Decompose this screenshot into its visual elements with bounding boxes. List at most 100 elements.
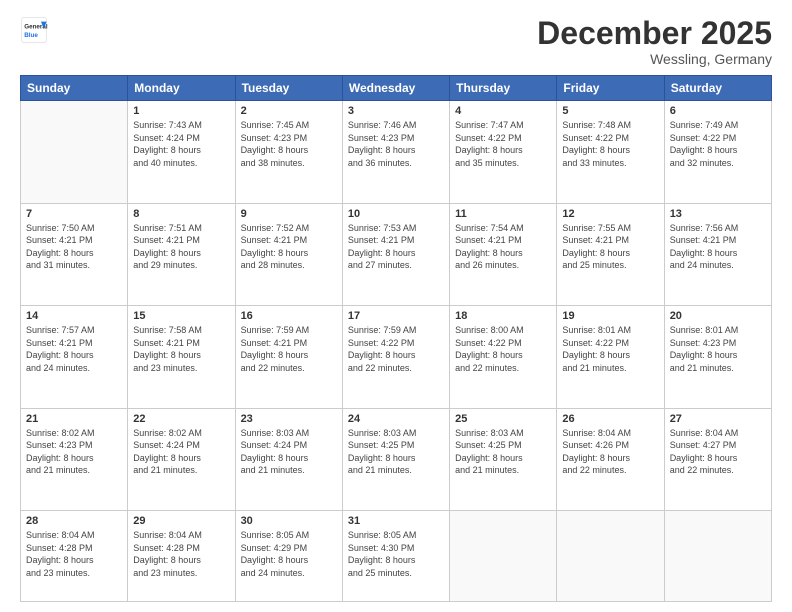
calendar-header-row: Sunday Monday Tuesday Wednesday Thursday… — [21, 76, 772, 101]
day-info: Sunrise: 8:04 AM Sunset: 4:26 PM Dayligh… — [562, 427, 658, 477]
day-number: 20 — [670, 310, 766, 322]
day-number: 27 — [670, 413, 766, 425]
day-info: Sunrise: 8:01 AM Sunset: 4:23 PM Dayligh… — [670, 324, 766, 374]
calendar-cell-w5-d4: 31Sunrise: 8:05 AM Sunset: 4:30 PM Dayli… — [342, 511, 449, 602]
day-info: Sunrise: 8:02 AM Sunset: 4:23 PM Dayligh… — [26, 427, 122, 477]
calendar-cell-w4-d6: 26 Sunrise: 8:04 AM Sunset: 4:26 PM Dayli… — [557, 408, 664, 510]
day-number: 13 — [670, 208, 766, 220]
calendar-table: Sunday Monday Tuesday Wednesday Thursday… — [20, 75, 772, 602]
day-number: 26 — [562, 413, 658, 425]
title-block: December 2025 Wessling, Germany — [537, 16, 772, 67]
day-info: Sunrise: 7:59 AM Sunset: 4:22 PM Dayligh… — [348, 324, 444, 374]
day-number: 18 — [455, 310, 551, 322]
day-number: 10 — [348, 208, 444, 220]
calendar-cell-w1-d1 — [21, 101, 128, 203]
header: General Blue December 2025 Wessling, Ger… — [20, 16, 772, 67]
calendar-cell-w3-d4: 17Sunrise: 7:59 AM Sunset: 4:22 PM Dayli… — [342, 306, 449, 408]
day-number: 12 — [562, 208, 658, 220]
calendar-cell-w1-d5: 4 Sunrise: 7:47 AM Sunset: 4:22 PM Daylig… — [450, 101, 557, 203]
calendar-week-4: 21 Sunrise: 8:02 AM Sunset: 4:23 PM Dayli… — [21, 408, 772, 510]
calendar-cell-w4-d7: 27 Sunrise: 8:04 AM Sunset: 4:27 PM Dayli… — [664, 408, 771, 510]
day-info: Sunrise: 7:45 AM Sunset: 4:23 PM Dayligh… — [241, 119, 337, 169]
day-info: Sunrise: 8:00 AM Sunset: 4:22 PM Dayligh… — [455, 324, 551, 374]
col-thursday: Thursday — [450, 76, 557, 101]
day-number: 4 — [455, 105, 551, 117]
day-number: 24 — [348, 413, 444, 425]
calendar-cell-w1-d6: 5 Sunrise: 7:48 AM Sunset: 4:22 PM Daylig… — [557, 101, 664, 203]
day-info: Sunrise: 8:03 AM Sunset: 4:24 PM Dayligh… — [241, 427, 337, 477]
day-number: 9 — [241, 208, 337, 220]
day-number: 16 — [241, 310, 337, 322]
calendar-cell-w5-d6 — [557, 511, 664, 602]
day-info: Sunrise: 8:04 AM Sunset: 4:28 PM Dayligh… — [133, 529, 229, 579]
calendar-cell-w3-d2: 15Sunrise: 7:58 AM Sunset: 4:21 PM Dayli… — [128, 306, 235, 408]
col-monday: Monday — [128, 76, 235, 101]
day-info: Sunrise: 7:58 AM Sunset: 4:21 PM Dayligh… — [133, 324, 229, 374]
calendar-cell-w3-d3: 16Sunrise: 7:59 AM Sunset: 4:21 PM Dayli… — [235, 306, 342, 408]
day-number: 25 — [455, 413, 551, 425]
day-info: Sunrise: 8:05 AM Sunset: 4:30 PM Dayligh… — [348, 529, 444, 579]
calendar-week-1: 1 Sunrise: 7:43 AM Sunset: 4:24 PM Daylig… — [21, 101, 772, 203]
calendar-cell-w2-d7: 13 Sunrise: 7:56 AM Sunset: 4:21 PM Dayli… — [664, 203, 771, 305]
logo-icon: General Blue — [20, 16, 48, 44]
day-number: 2 — [241, 105, 337, 117]
day-number: 21 — [26, 413, 122, 425]
day-number: 30 — [241, 515, 337, 527]
day-number: 8 — [133, 208, 229, 220]
col-tuesday: Tuesday — [235, 76, 342, 101]
calendar-cell-w3-d1: 14 Sunrise: 7:57 AM Sunset: 4:21 PM Dayli… — [21, 306, 128, 408]
day-info: Sunrise: 7:56 AM Sunset: 4:21 PM Dayligh… — [670, 222, 766, 272]
page: General Blue December 2025 Wessling, Ger… — [0, 0, 792, 612]
calendar-cell-w1-d3: 2 Sunrise: 7:45 AM Sunset: 4:23 PM Daylig… — [235, 101, 342, 203]
calendar-cell-w2-d2: 8 Sunrise: 7:51 AM Sunset: 4:21 PM Daylig… — [128, 203, 235, 305]
calendar-cell-w5-d7 — [664, 511, 771, 602]
day-info: Sunrise: 8:02 AM Sunset: 4:24 PM Dayligh… — [133, 427, 229, 477]
calendar-cell-w3-d6: 19Sunrise: 8:01 AM Sunset: 4:22 PM Dayli… — [557, 306, 664, 408]
day-number: 11 — [455, 208, 551, 220]
day-info: Sunrise: 7:51 AM Sunset: 4:21 PM Dayligh… — [133, 222, 229, 272]
calendar-cell-w4-d2: 22 Sunrise: 8:02 AM Sunset: 4:24 PM Dayli… — [128, 408, 235, 510]
day-info: Sunrise: 7:46 AM Sunset: 4:23 PM Dayligh… — [348, 119, 444, 169]
calendar-week-5: 28Sunrise: 8:04 AM Sunset: 4:28 PM Dayli… — [21, 511, 772, 602]
day-info: Sunrise: 7:57 AM Sunset: 4:21 PM Dayligh… — [26, 324, 122, 374]
svg-text:Blue: Blue — [24, 32, 38, 39]
calendar-cell-w3-d7: 20 Sunrise: 8:01 AM Sunset: 4:23 PM Dayli… — [664, 306, 771, 408]
calendar-cell-w5-d3: 30 Sunrise: 8:05 AM Sunset: 4:29 PM Dayli… — [235, 511, 342, 602]
day-info: Sunrise: 7:54 AM Sunset: 4:21 PM Dayligh… — [455, 222, 551, 272]
calendar-cell-w2-d3: 9 Sunrise: 7:52 AM Sunset: 4:21 PM Daylig… — [235, 203, 342, 305]
calendar-cell-w4-d1: 21 Sunrise: 8:02 AM Sunset: 4:23 PM Dayli… — [21, 408, 128, 510]
day-info: Sunrise: 8:05 AM Sunset: 4:29 PM Dayligh… — [241, 529, 337, 579]
col-friday: Friday — [557, 76, 664, 101]
day-info: Sunrise: 8:04 AM Sunset: 4:27 PM Dayligh… — [670, 427, 766, 477]
calendar-cell-w1-d7: 6 Sunrise: 7:49 AM Sunset: 4:22 PM Daylig… — [664, 101, 771, 203]
calendar-cell-w2-d6: 12 Sunrise: 7:55 AM Sunset: 4:21 PM Dayli… — [557, 203, 664, 305]
logo: General Blue — [20, 16, 48, 44]
day-info: Sunrise: 8:04 AM Sunset: 4:28 PM Dayligh… — [26, 529, 122, 579]
day-number: 23 — [241, 413, 337, 425]
day-info: Sunrise: 7:47 AM Sunset: 4:22 PM Dayligh… — [455, 119, 551, 169]
calendar-cell-w3-d5: 18 Sunrise: 8:00 AM Sunset: 4:22 PM Dayli… — [450, 306, 557, 408]
day-number: 29 — [133, 515, 229, 527]
calendar-cell-w2-d4: 10 Sunrise: 7:53 AM Sunset: 4:21 PM Dayli… — [342, 203, 449, 305]
day-number: 19 — [562, 310, 658, 322]
day-info: Sunrise: 7:49 AM Sunset: 4:22 PM Dayligh… — [670, 119, 766, 169]
day-number: 5 — [562, 105, 658, 117]
day-info: Sunrise: 8:03 AM Sunset: 4:25 PM Dayligh… — [455, 427, 551, 477]
day-number: 14 — [26, 310, 122, 322]
day-number: 6 — [670, 105, 766, 117]
calendar-cell-w5-d1: 28Sunrise: 8:04 AM Sunset: 4:28 PM Dayli… — [21, 511, 128, 602]
day-info: Sunrise: 8:03 AM Sunset: 4:25 PM Dayligh… — [348, 427, 444, 477]
location-subtitle: Wessling, Germany — [537, 51, 772, 67]
day-info: Sunrise: 7:53 AM Sunset: 4:21 PM Dayligh… — [348, 222, 444, 272]
day-number: 7 — [26, 208, 122, 220]
day-number: 1 — [133, 105, 229, 117]
day-info: Sunrise: 7:55 AM Sunset: 4:21 PM Dayligh… — [562, 222, 658, 272]
calendar-week-2: 7Sunrise: 7:50 AM Sunset: 4:21 PM Daylig… — [21, 203, 772, 305]
day-number: 22 — [133, 413, 229, 425]
calendar-cell-w1-d4: 3Sunrise: 7:46 AM Sunset: 4:23 PM Daylig… — [342, 101, 449, 203]
day-info: Sunrise: 7:43 AM Sunset: 4:24 PM Dayligh… — [133, 119, 229, 169]
calendar-cell-w1-d2: 1 Sunrise: 7:43 AM Sunset: 4:24 PM Daylig… — [128, 101, 235, 203]
calendar-cell-w5-d5 — [450, 511, 557, 602]
day-info: Sunrise: 7:48 AM Sunset: 4:22 PM Dayligh… — [562, 119, 658, 169]
day-info: Sunrise: 7:52 AM Sunset: 4:21 PM Dayligh… — [241, 222, 337, 272]
